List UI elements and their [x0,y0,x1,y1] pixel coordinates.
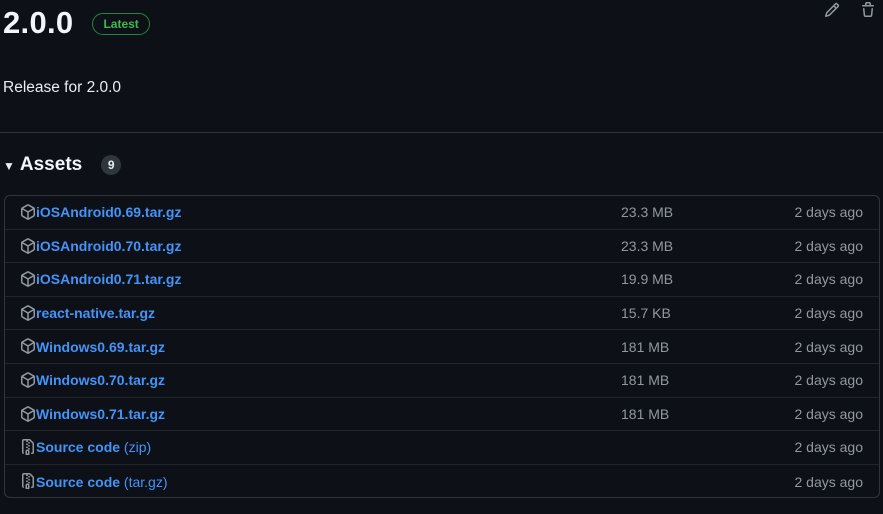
asset-download-link[interactable]: iOSAndroid0.69.tar.gz [36,204,181,220]
asset-date: 2 days ago [794,338,864,355]
asset-name-label: Windows0.69.tar.gz [36,338,166,355]
latest-badge: Latest [92,13,150,35]
asset-format-label: (tar.gz) [120,473,168,490]
asset-size: 23.3 MB [621,204,674,221]
asset-download-link[interactable]: Source code (tar.gz) [36,474,168,490]
asset-name-label: iOSAndroid0.70.tar.gz [36,237,182,254]
asset-date: 2 days ago [794,405,864,422]
asset-date: 2 days ago [794,271,864,288]
asset-size: 15.7 KB [621,305,671,322]
section-divider [0,132,883,133]
asset-row: Windows0.69.tar.gz 181 MB 2 days ago [5,330,879,364]
asset-format-label: (zip) [120,439,152,456]
package-icon [20,372,36,388]
asset-download-link[interactable]: iOSAndroid0.70.tar.gz [36,238,181,254]
release-page: 2.0.0 Latest Release for 2.0.0 ▼ Assets … [0,0,883,514]
release-actions [823,1,877,19]
assets-title: Assets [19,154,83,175]
asset-download-link[interactable]: Windows0.70.tar.gz [36,372,165,388]
asset-download-link[interactable]: Source code (zip) [36,439,151,455]
asset-date: 2 days ago [794,372,864,389]
asset-name-label: react-native.tar.gz [36,305,156,322]
asset-row: iOSAndroid0.69.tar.gz 23.3 MB 2 days ago [5,196,879,230]
assets-list: iOSAndroid0.69.tar.gz 23.3 MB 2 days ago iO… [4,195,880,498]
asset-download-link[interactable]: Windows0.69.tar.gz [36,339,165,355]
asset-name-label: Windows0.70.tar.gz [36,372,166,389]
asset-size: 23.3 MB [621,237,674,254]
trash-icon[interactable] [859,1,877,19]
asset-size: 181 MB [621,338,670,355]
caret-down-icon: ▼ [3,159,15,173]
asset-row: Source code (zip) 2 days ago [5,431,879,465]
asset-date: 2 days ago [794,473,864,490]
asset-row: iOSAndroid0.70.tar.gz 23.3 MB 2 days ago [5,230,879,264]
pencil-icon[interactable] [823,1,841,19]
asset-size: 181 MB [621,405,670,422]
asset-date: 2 days ago [794,305,864,322]
package-icon [20,271,36,288]
asset-size: 19.9 MB [621,271,674,288]
package-icon [20,338,36,355]
file-zip-icon [20,472,36,489]
release-header: 2.0.0 Latest [3,4,150,42]
package-icon [20,304,36,321]
asset-row: Windows0.71.tar.gz 181 MB 2 days ago [5,398,879,432]
package-icon [20,405,36,422]
asset-name-label: Source code [36,439,121,456]
asset-row: iOSAndroid0.71.tar.gz 19.9 MB 2 days ago [5,263,879,297]
asset-date: 2 days ago [794,204,864,221]
asset-date: 2 days ago [794,439,864,456]
asset-date: 2 days ago [794,237,864,254]
asset-download-link[interactable]: iOSAndroid0.71.tar.gz [36,271,181,287]
assets-toggle[interactable]: ▼ Assets 9 [3,154,122,176]
asset-name-label: iOSAndroid0.71.tar.gz [36,271,182,288]
assets-count-badge: 9 [101,155,122,175]
file-zip-icon [20,439,36,456]
asset-size: 181 MB [621,372,670,389]
release-description: Release for 2.0.0 [3,79,122,96]
asset-name-label: iOSAndroid0.69.tar.gz [36,204,182,221]
asset-row: Source code (tar.gz) 2 days ago [5,465,879,497]
asset-download-link[interactable]: react-native.tar.gz [36,305,155,321]
asset-download-link[interactable]: Windows0.71.tar.gz [36,406,165,422]
package-icon [20,237,36,254]
asset-row: react-native.tar.gz 15.7 KB 2 days ago [5,297,879,331]
release-version-title[interactable]: 2.0.0 [3,4,73,42]
package-icon [20,204,36,220]
asset-row: Windows0.70.tar.gz 181 MB 2 days ago [5,364,879,398]
asset-name-label: Windows0.71.tar.gz [36,405,166,422]
asset-name-label: Source code [36,473,121,490]
